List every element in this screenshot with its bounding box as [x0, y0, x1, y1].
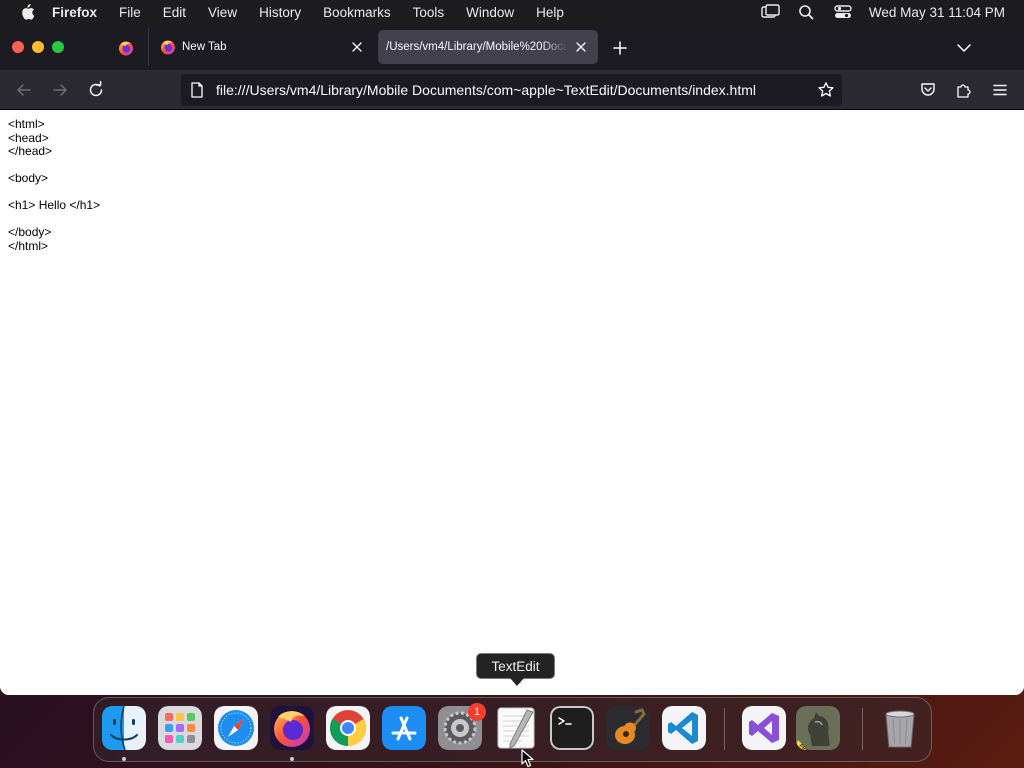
menu-help[interactable]: Help	[525, 5, 575, 20]
menu-bookmarks[interactable]: Bookmarks	[312, 5, 402, 20]
source-line	[8, 186, 1016, 200]
screen-mirroring-icon[interactable]	[761, 4, 781, 20]
dock-tooltip: TextEdit	[476, 653, 555, 686]
terminal-icon[interactable]	[550, 706, 594, 750]
chess-knight-icon[interactable]: FREE	[796, 706, 840, 750]
source-line: <head>	[8, 130, 49, 145]
firefox-icon	[119, 41, 133, 56]
menu-bar-status-area: Wed May 31 11:04 PM	[753, 0, 1024, 24]
control-center-icon[interactable]	[833, 4, 853, 20]
safari-icon[interactable]	[214, 706, 258, 750]
source-line: <h1> Hello </h1>	[8, 198, 101, 212]
notification-badge: 1	[468, 703, 486, 721]
textedit-icon[interactable]	[494, 706, 538, 750]
tab-index-html[interactable]: /Users/vm4/Library/Mobile%20Documents	[378, 30, 598, 64]
visual-studio-icon[interactable]	[742, 706, 786, 750]
dock-separator	[724, 708, 725, 750]
spotlight-search-icon[interactable]	[797, 4, 817, 20]
pocket-icon[interactable]	[919, 81, 937, 99]
new-tab-plus-icon[interactable]	[612, 40, 628, 56]
minimize-window-button[interactable]	[32, 41, 44, 53]
apple-menu-icon[interactable]	[18, 4, 36, 20]
firefox-window: New Tab /Users/vm4/Library/Mobile%20Docu…	[0, 24, 1024, 695]
tab-strip: New Tab /Users/vm4/Library/Mobile%20Docu…	[0, 24, 1024, 70]
macos-menu-bar: Firefox File Edit View History Bookmarks…	[0, 0, 1024, 24]
page-content: <html> <head> </head> <body> <h1> Hello …	[0, 110, 1024, 695]
menu-window[interactable]: Window	[455, 5, 525, 20]
menu-edit[interactable]: Edit	[152, 5, 197, 20]
address-bar[interactable]: file:///Users/vm4/Library/Mobile Documen…	[181, 74, 842, 106]
menu-file[interactable]: File	[108, 5, 152, 20]
app-store-icon[interactable]	[382, 706, 426, 750]
forward-arrow-icon[interactable]	[51, 81, 69, 99]
reload-icon[interactable]	[87, 81, 105, 99]
menu-tools[interactable]: Tools	[402, 5, 456, 20]
url-text[interactable]: file:///Users/vm4/Library/Mobile Documen…	[216, 82, 817, 98]
source-line: </body>	[8, 225, 52, 239]
source-line: </html>	[8, 238, 49, 253]
hamburger-menu-icon[interactable]	[991, 81, 1009, 99]
finder-icon[interactable]	[102, 706, 146, 750]
back-arrow-icon[interactable]	[15, 81, 33, 99]
close-tab-icon[interactable]	[350, 40, 364, 54]
trash-icon[interactable]	[878, 706, 922, 750]
page-document-icon	[191, 82, 203, 98]
dock-separator	[862, 708, 863, 750]
launchpad-icon[interactable]	[158, 706, 202, 750]
source-line	[8, 159, 1016, 173]
bookmark-star-icon[interactable]	[817, 81, 835, 99]
close-window-button[interactable]	[12, 41, 24, 53]
close-tab-icon[interactable]	[574, 40, 588, 54]
source-line: <body>	[8, 171, 49, 185]
pinned-tab-firefox[interactable]	[114, 37, 138, 59]
source-line: </head>	[8, 144, 53, 158]
firefox-icon[interactable]	[270, 706, 314, 750]
source-line	[8, 213, 1016, 227]
extensions-puzzle-icon[interactable]	[955, 81, 973, 99]
garageband-guitar-icon[interactable]	[606, 706, 650, 750]
tab-title: New Tab	[182, 41, 227, 53]
tab-separator	[148, 28, 149, 66]
running-indicator	[290, 757, 294, 761]
dock: 1 FREE	[93, 697, 932, 762]
menu-bar-clock[interactable]: Wed May 31 11:04 PM	[869, 5, 1005, 20]
tab-title: /Users/vm4/Library/Mobile%20Documents	[386, 41, 568, 53]
vscode-icon[interactable]	[662, 706, 706, 750]
source-line: <html>	[8, 117, 45, 131]
menu-view[interactable]: View	[197, 5, 248, 20]
running-indicator	[122, 757, 126, 761]
mouse-pointer-icon	[521, 749, 534, 768]
menu-app-name[interactable]: Firefox	[52, 5, 108, 20]
menu-history[interactable]: History	[248, 5, 312, 20]
tab-new-tab[interactable]: New Tab	[152, 30, 374, 64]
navigation-toolbar: file:///Users/vm4/Library/Mobile Documen…	[0, 70, 1024, 110]
zoom-window-button[interactable]	[52, 41, 64, 53]
list-all-tabs-chevron-down-icon[interactable]	[956, 40, 972, 56]
chrome-icon[interactable]	[326, 706, 370, 750]
firefox-icon	[161, 40, 175, 55]
